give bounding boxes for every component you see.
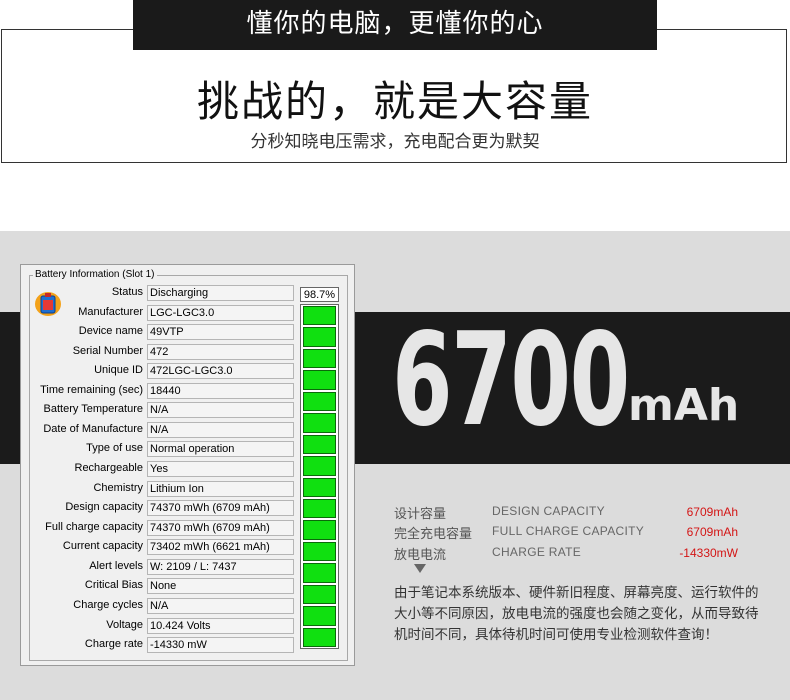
capacity-unit: mAh [628,380,740,431]
spec-value: 6709mAh [686,525,738,539]
row-label: Device name [78,325,143,337]
spec-label-cn: 完全充电容量 [394,527,473,542]
row-label: Status [111,286,143,298]
meter-cell [303,606,336,626]
row-value: W: 2109 / L: 7437 [147,559,294,575]
meter-cell [303,391,336,412]
row-label: Current capacity [62,540,143,552]
discharge-note: 由于笔记本系统版本、硬件新旧程度、屏幕亮度、运行软件的大小等不同原因，放电电流的… [394,585,759,643]
meter-cell [303,541,336,562]
row-label: Charge cycles [73,599,143,611]
spec-label-cn: 放电电流 [394,548,447,563]
row-label: Critical Bias [84,579,143,591]
row-value: 18440 [147,383,294,399]
meter-cell [303,498,336,519]
row-label: Date of Manufacture [43,423,143,435]
capacity-number: 6700 [392,306,630,455]
row-value: Yes [147,461,294,477]
meter-cell [303,306,336,326]
row-value: N/A [147,402,294,418]
meter-cell [303,520,336,540]
spec-value: 6709mAh [686,505,738,519]
spec-value: -14330mW [679,546,738,560]
spec-label-en: DESIGN CAPACITY [492,504,605,518]
spec-label-en: CHARGE RATE [492,545,582,559]
row-value: -14330 mW [147,637,294,653]
row-label: Voltage [106,619,143,631]
meter-cell [303,370,336,390]
meter-cell [303,477,336,497]
row-value: Lithium Ion [147,481,294,497]
row-label: Chemistry [93,482,143,494]
meter-cell [303,327,336,347]
spec-label-en: FULL CHARGE CAPACITY [492,524,645,538]
meter-cell [303,584,336,605]
row-label: Time remaining (sec) [40,384,143,396]
row-value: LGC-LGC3.0 [147,305,294,321]
row-label: Type of use [86,442,143,454]
row-label: Battery Temperature [43,403,143,415]
meter-cell [303,434,336,455]
row-label: Serial Number [72,345,143,357]
headline: 挑战的，就是大容量 [196,77,593,126]
row-label: Alert levels [89,560,143,572]
row-value: 472LGC-LGC3.0 [147,363,294,379]
row-value: Normal operation [147,441,294,457]
row-value: N/A [147,598,294,614]
charge-percent: 98.7% [300,287,339,302]
group-title: Battery Information (Slot 1) [33,269,157,280]
row-value: 49VTP [147,324,294,340]
row-value: N/A [147,422,294,438]
row-label: Full charge capacity [45,521,143,533]
row-value: None [147,578,294,594]
row-value: Discharging [147,285,294,301]
row-label: Manufacturer [78,306,143,318]
meter-cell [303,348,336,369]
meter-cell [303,413,336,433]
row-label: Rechargeable [74,462,144,474]
charge-meter [300,304,339,649]
row-label: Design capacity [65,501,143,513]
spec-label-cn: 设计容量 [394,507,447,522]
arrow-down-icon [414,564,426,573]
meter-cell [303,563,336,583]
subheadline: 分秒知晓电压需求，充电配合更为默契 [250,132,540,152]
row-label: Unique ID [94,364,143,376]
row-value: 74370 mWh (6709 mAh) [147,520,294,536]
row-value: 74370 mWh (6709 mAh) [147,500,294,516]
row-label: Charge rate [84,638,143,650]
row-value: 73402 mWh (6621 mAh) [147,539,294,555]
row-value: 472 [147,344,294,360]
meter-cell [303,627,336,647]
tagline-banner: 懂你的电脑，更懂你的心 [133,0,657,50]
meter-cell [303,456,336,476]
row-value: 10.424 Volts [147,618,294,634]
